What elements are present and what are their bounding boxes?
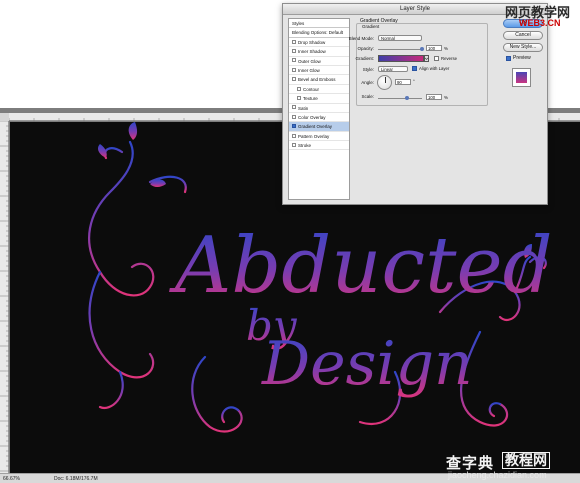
align-with-layer-checkbox[interactable]: [412, 66, 417, 71]
gradient-group-frame: [356, 23, 488, 106]
styles-list-item[interactable]: Satin: [289, 104, 349, 113]
styles-list-item-label: Drop Shadow: [298, 39, 326, 45]
vertical-ruler: [0, 120, 9, 473]
styles-list-item[interactable]: Bevel and Emboss: [289, 75, 349, 85]
style-checkbox[interactable]: [292, 77, 296, 82]
styles-list-item[interactable]: Blending Options: Default: [289, 28, 349, 38]
angle-dial-hand: [385, 77, 386, 83]
styles-list-item-label: Gradient Overlay: [298, 124, 333, 130]
zoom-level[interactable]: 66.67%: [3, 476, 20, 482]
styles-list-item-label: Bevel and Emboss: [298, 77, 336, 83]
artwork-word-abducted: Abducted: [169, 221, 553, 311]
ruler-corner: [0, 113, 9, 121]
styles-list-item[interactable]: Drop Shadow: [289, 38, 349, 48]
style-preview-thumbnail: [512, 68, 531, 87]
blend-mode-label: Blend Mode:: [348, 36, 374, 41]
opacity-slider[interactable]: [378, 49, 422, 50]
watermark-top-domain: WEB3.CN: [519, 18, 561, 28]
artwork-text: Abducted by Design: [169, 221, 553, 399]
styles-list-item-label: Inner Glow: [298, 67, 320, 73]
opacity-input[interactable]: 100: [426, 45, 442, 51]
layer-style-dialog: Layer Style Styles Blending Options: Defa…: [282, 3, 548, 205]
style-checkbox[interactable]: [297, 86, 301, 91]
preview-label: Preview: [513, 55, 531, 61]
style-checkbox[interactable]: [292, 133, 296, 138]
scale-slider[interactable]: [378, 98, 422, 99]
styles-list-item-label: Inner Shadow: [298, 49, 326, 55]
blend-mode-value: Normal: [381, 36, 395, 41]
gradient-swatch[interactable]: [378, 55, 424, 62]
preview-checkbox[interactable]: [506, 56, 511, 61]
styles-list-item-label: Pattern Overlay: [298, 133, 330, 139]
style-checkbox[interactable]: [292, 58, 296, 63]
style-checkbox[interactable]: [292, 67, 296, 72]
style-label: Style:: [362, 67, 374, 72]
style-checkbox[interactable]: [292, 114, 296, 119]
styles-list-item-label: Satin: [298, 105, 309, 111]
watermark-bottom: 查字典 教程网 jiaocheng.chazidian.com: [440, 452, 578, 482]
styles-list-item-label: Blending Options: Default: [292, 30, 344, 36]
angle-unit: °: [413, 79, 415, 84]
styles-list-item-label: Stroke: [298, 143, 312, 149]
styles-list: Styles Blending Options: Default Drop Shad…: [288, 18, 350, 200]
gradient-label: Gradient:: [355, 56, 374, 61]
blend-mode-select[interactable]: Normal: [378, 35, 422, 41]
style-preview-swatch: [516, 72, 527, 83]
gradient-overlay-panel: Gradient Overlay Gradient Blend Mode: No…: [349, 18, 490, 108]
watermark-top: 网页教学网 WEB3.CN: [505, 2, 578, 32]
watermark-bottom-badge: 教程网: [502, 452, 550, 469]
styles-list-item[interactable]: Gradient Overlay: [289, 122, 349, 132]
opacity-unit: %: [444, 46, 449, 51]
watermark-bottom-domain: jiaocheng.chazidian.com: [448, 470, 547, 480]
align-with-layer-label: Align with Layer: [419, 66, 450, 71]
styles-list-item[interactable]: Pattern Overlay: [289, 132, 349, 142]
styles-list-item-label: Outer Glow: [298, 58, 321, 64]
angle-input[interactable]: 90: [395, 79, 411, 85]
gradient-picker-button[interactable]: [424, 55, 429, 62]
angle-dial-icon[interactable]: [377, 75, 392, 90]
new-style-button[interactable]: New Style...: [503, 43, 543, 52]
angle-label: Angle:: [361, 80, 374, 85]
styles-list-item[interactable]: Styles: [289, 19, 349, 29]
style-checkbox[interactable]: [292, 48, 296, 53]
reverse-checkbox[interactable]: [434, 56, 439, 61]
artwork-word-design: Design: [261, 329, 473, 399]
style-select[interactable]: Linear: [378, 66, 408, 72]
styles-list-item[interactable]: Texture: [289, 94, 349, 104]
styles-list-item[interactable]: Stroke: [289, 141, 349, 151]
styles-list-item[interactable]: Outer Glow: [289, 57, 349, 66]
group-title: Gradient: [362, 24, 380, 29]
styles-list-item[interactable]: Color Overlay: [289, 113, 349, 123]
chevron-down-icon: [425, 57, 428, 60]
styles-list-item-label: Contour: [303, 86, 320, 92]
styles-list-item[interactable]: Inner Shadow: [289, 47, 349, 57]
reverse-label: Reverse: [441, 56, 458, 61]
style-checkbox[interactable]: [292, 105, 296, 110]
opacity-label: Opacity:: [357, 46, 374, 51]
style-checkbox[interactable]: [292, 142, 296, 147]
styles-list-item-label: Color Overlay: [298, 114, 326, 120]
style-checkbox[interactable]: [292, 124, 296, 129]
opacity-slider-knob[interactable]: [420, 47, 424, 51]
style-checkbox[interactable]: [292, 39, 296, 44]
cancel-button[interactable]: Cancel: [503, 31, 543, 40]
scale-input[interactable]: 100: [426, 94, 442, 100]
styles-list-item[interactable]: Contour: [289, 85, 349, 95]
scale-unit: %: [444, 95, 449, 100]
document-info[interactable]: Doc: 6.18M/176.7M: [54, 476, 98, 482]
styles-list-item-label: Texture: [303, 96, 318, 102]
styles-list-item[interactable]: Inner Glow: [289, 66, 349, 76]
ruler-ticks-left: [0, 120, 9, 472]
scale-label: Scale:: [361, 94, 374, 99]
styles-list-item-label: Styles: [292, 21, 305, 26]
style-value: Linear: [381, 67, 393, 72]
style-checkbox[interactable]: [297, 95, 301, 100]
